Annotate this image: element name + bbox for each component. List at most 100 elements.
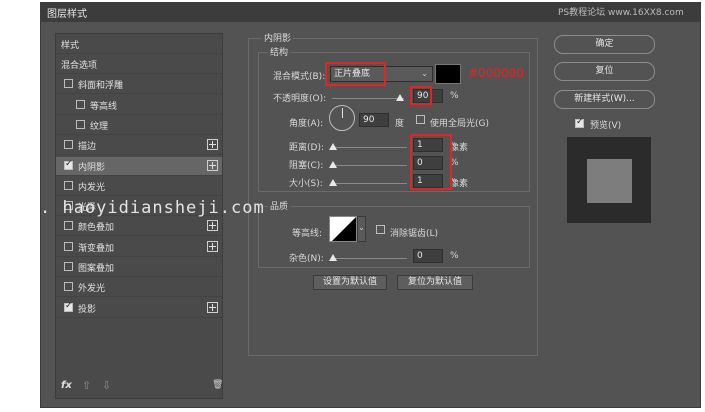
sidebar-item-label: 内发光: [78, 182, 106, 193]
sidebar-item[interactable]: 外发光: [56, 278, 222, 298]
sidebar-item-checkbox[interactable]: [64, 159, 73, 170]
sidebar-item[interactable]: 内阴影: [56, 156, 222, 176]
sidebar-item-label: 图案叠加: [78, 264, 115, 274]
choke-slider-thumb[interactable]: [329, 161, 337, 168]
contour-preview[interactable]: [329, 216, 357, 242]
add-effect-plus-icon[interactable]: [207, 301, 218, 313]
sidebar-item-checkbox[interactable]: [64, 282, 73, 292]
size-slider-thumb[interactable]: [329, 179, 337, 186]
sidebar-item[interactable]: 投影: [56, 299, 222, 318]
sidebar-item[interactable]: 颜色叠加: [56, 217, 222, 237]
annotation-box-blend: [325, 62, 386, 86]
sidebar-item[interactable]: 渐变叠加: [56, 238, 222, 257]
set-default-button[interactable]: 设置为默认值: [313, 275, 387, 290]
angle-input[interactable]: 90: [359, 113, 389, 127]
add-effect-plus-icon[interactable]: [207, 159, 218, 171]
contour-dropdown-chevron-icon[interactable]: ⌄: [357, 216, 366, 242]
inner-shadow-title: 内阴影: [262, 31, 294, 44]
sidebar-item-label: 纹理: [90, 121, 109, 132]
trash-icon[interactable]: 🗑: [212, 380, 223, 390]
contour-curve-icon: [332, 217, 356, 241]
choke-label: 阻塞(C):: [289, 161, 324, 171]
reset-button[interactable]: 复位: [554, 62, 655, 81]
sidebar-item[interactable]: 斜面和浮雕: [56, 75, 222, 95]
structure-title: 结构: [268, 45, 291, 58]
blend-mode-label: 混合模式(B):: [273, 72, 326, 82]
opacity-slider-track[interactable]: [332, 98, 404, 99]
noise-unit: %: [450, 251, 459, 261]
sidebar-item-checkbox[interactable]: [64, 262, 73, 271]
sidebar-item[interactable]: 混合选项: [56, 55, 222, 74]
size-unit: 像素: [450, 179, 469, 189]
angle-dial[interactable]: [329, 105, 355, 131]
angle-label: 角度(A):: [289, 119, 324, 129]
sidebar-item-label: 等高线: [90, 101, 118, 112]
noise-slider-thumb[interactable]: [329, 254, 337, 261]
sidebar-item-label: 混合选项: [61, 61, 98, 71]
sidebar-item-checkbox[interactable]: [64, 180, 73, 190]
antialias-checkbox[interactable]: [376, 225, 385, 234]
style-preview-thumbnail: [567, 137, 651, 223]
opacity-unit: %: [450, 91, 459, 101]
sidebar-item-checkbox[interactable]: [64, 241, 73, 251]
watermark-top: PS教程论坛 www.16XX8.com: [558, 8, 684, 18]
distance-label: 距离(D):: [289, 143, 324, 153]
styles-header[interactable]: 样式: [56, 35, 222, 54]
watermark-mid: . haoyidiansheji.com: [40, 198, 265, 218]
move-down-icon[interactable]: ⇩: [102, 379, 111, 392]
antialias-label: 消除锯齿(L): [390, 229, 439, 239]
sidebar-item-label: 外发光: [78, 284, 106, 295]
sidebar-item[interactable]: 描边: [56, 136, 222, 156]
distance-slider-thumb[interactable]: [329, 143, 337, 150]
global-light-checkbox[interactable]: [416, 115, 425, 124]
reset-default-button[interactable]: 复位为默认值: [397, 275, 473, 290]
chevron-down-icon: ⌄: [421, 69, 428, 78]
add-effect-plus-icon[interactable]: [207, 139, 218, 151]
ok-button[interactable]: 确定: [554, 35, 655, 54]
choke-slider-track[interactable]: [332, 165, 407, 166]
distance-unit: 像素: [450, 143, 469, 153]
sidebar-item-checkbox[interactable]: [64, 301, 73, 312]
opacity-slider-thumb[interactable]: [396, 94, 404, 101]
global-light-label: 使用全局光(G): [430, 119, 489, 129]
distance-slider-track[interactable]: [332, 147, 407, 148]
sidebar-item-label: 颜色叠加: [78, 223, 115, 234]
sidebar-item-label: 渐变叠加: [78, 243, 115, 254]
new-style-button[interactable]: 新建样式(W)...: [554, 90, 655, 109]
opacity-label: 不透明度(O):: [273, 94, 327, 104]
sidebar-item-checkbox[interactable]: [64, 140, 73, 150]
fx-icon[interactable]: fx: [61, 380, 72, 391]
noise-label: 杂色(N):: [289, 254, 324, 264]
sidebar-item-checkbox[interactable]: [76, 99, 85, 109]
sidebar-item[interactable]: 纹理: [56, 116, 222, 135]
add-effect-plus-icon[interactable]: [207, 220, 218, 232]
quality-title: 品质: [268, 199, 291, 212]
style-preview-swatch: [587, 159, 632, 203]
shadow-color-swatch[interactable]: [435, 64, 461, 84]
add-effect-plus-icon[interactable]: [207, 240, 218, 252]
sidebar-item-checkbox[interactable]: [64, 79, 73, 89]
style-list-footer: fx ⇧ ⇩ 🗑: [56, 378, 223, 396]
angle-dial-needle: [342, 108, 343, 118]
noise-input[interactable]: 0: [413, 249, 443, 263]
window-title: 图层样式: [47, 9, 87, 20]
sidebar-item-label: 内阴影: [78, 162, 106, 173]
preview-label: 预览(V): [590, 121, 622, 131]
contour-label: 等高线:: [292, 229, 323, 239]
noise-slider-track[interactable]: [332, 258, 407, 259]
move-up-icon[interactable]: ⇧: [82, 379, 91, 392]
styles-header-label: 样式: [61, 41, 80, 51]
preview-checkbox[interactable]: [575, 117, 584, 128]
size-slider-track[interactable]: [332, 183, 407, 184]
sidebar-item[interactable]: 等高线: [56, 96, 222, 115]
sidebar-item[interactable]: 图案叠加: [56, 258, 222, 277]
sidebar-item[interactable]: 内发光: [56, 177, 222, 196]
sidebar-item-label: 投影: [78, 304, 97, 315]
angle-unit: 度: [395, 119, 405, 129]
annotation-box-sizes: [410, 134, 452, 190]
sidebar-item-label: 描边: [78, 142, 97, 153]
sidebar-item-label: 斜面和浮雕: [78, 81, 124, 92]
sidebar-item-checkbox[interactable]: [64, 221, 73, 231]
sidebar-item-checkbox[interactable]: [76, 119, 85, 129]
annotation-box-opacity: [410, 86, 432, 105]
